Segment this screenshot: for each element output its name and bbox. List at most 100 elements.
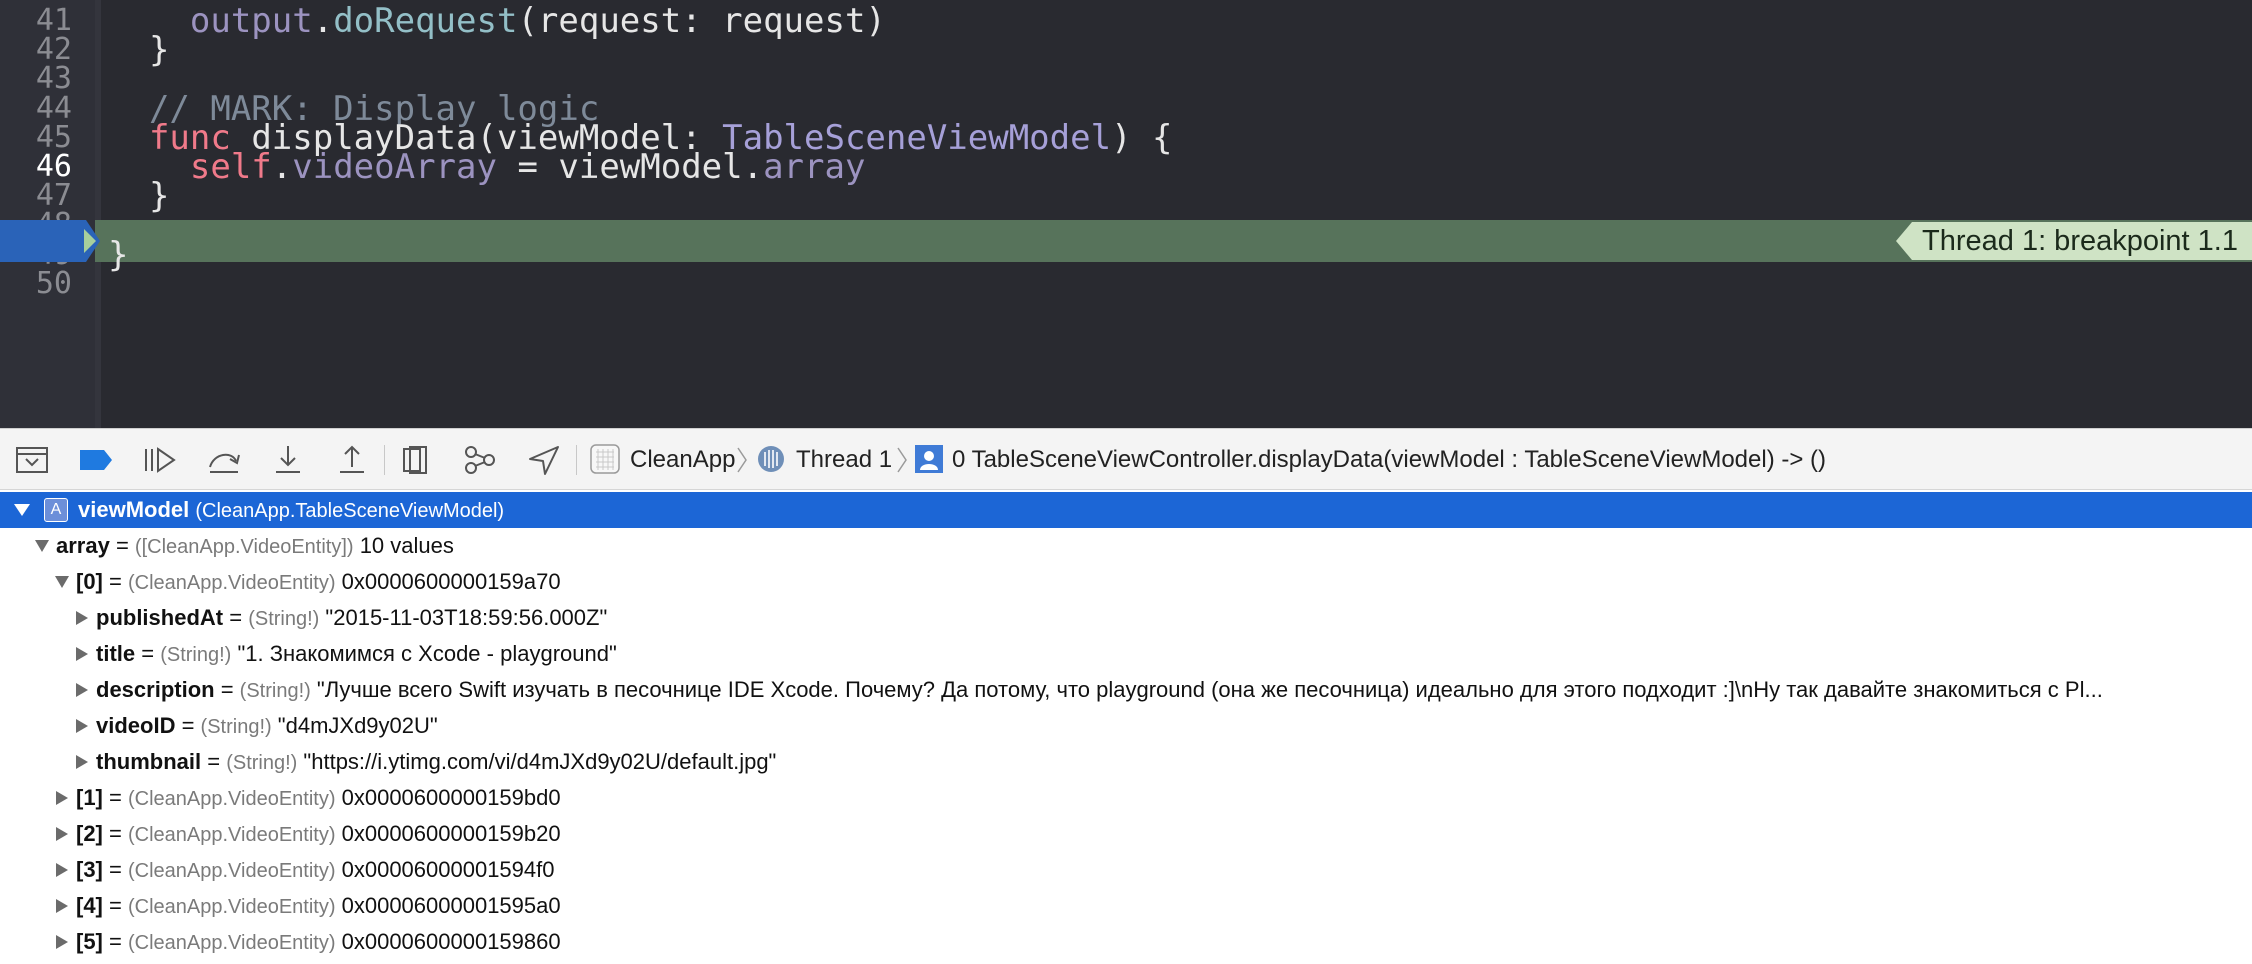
variable-row[interactable]: [1] = (CleanApp.VideoEntity) 0x000060000… — [0, 780, 2252, 816]
equals-sign: = — [102, 569, 128, 594]
variable-value: 0x0000600000159a70 — [335, 569, 561, 594]
breadcrumb-chevron-icon — [897, 447, 907, 473]
disclosure-expanded-icon[interactable] — [54, 575, 70, 589]
variable-type: (CleanApp.VideoEntity) — [127, 824, 336, 846]
disclosure-collapsed-icon[interactable] — [74, 611, 90, 625]
equals-sign: = — [175, 713, 201, 738]
step-out-icon — [340, 445, 364, 473]
equals-sign: = — [109, 533, 135, 558]
step-over-icon — [209, 453, 240, 473]
variable-value: 10 values — [353, 533, 454, 558]
variable-name: [1] — [76, 785, 103, 810]
debug-view-hierarchy-button[interactable] — [398, 443, 434, 477]
variable-type: (String!) — [200, 716, 272, 738]
variable-name: [2] — [76, 821, 103, 846]
variable-row[interactable]: [4] = (CleanApp.VideoEntity) 0x000060000… — [0, 888, 2252, 924]
variable-type: (CleanApp.VideoEntity) — [127, 896, 336, 918]
disclosure-expanded-icon[interactable] — [14, 503, 30, 517]
variable-row[interactable]: [2] = (CleanApp.VideoEntity) 0x000060000… — [0, 816, 2252, 852]
step-into-button[interactable] — [270, 443, 306, 477]
variable-type: (CleanApp.VideoEntity) — [127, 788, 336, 810]
equals-sign: = — [214, 677, 240, 702]
line-number[interactable]: 50 — [0, 263, 72, 305]
step-out-button[interactable] — [334, 443, 370, 477]
variable-name: thumbnail — [96, 749, 202, 774]
equals-sign: = — [102, 929, 128, 954]
variable-text: description = (String!) "Лучше всего Swi… — [96, 672, 2242, 708]
hide-debug-area-icon — [16, 447, 48, 473]
variable-row[interactable]: [5] = (CleanApp.VideoEntity) 0x000060000… — [0, 924, 2252, 960]
continue-icon — [145, 447, 176, 473]
variable-row[interactable]: array = ([CleanApp.VideoEntity]) 10 valu… — [0, 528, 2252, 564]
variable-row-root[interactable]: A viewModel (CleanApp.TableSceneViewMode… — [0, 492, 2252, 528]
disclosure-collapsed-icon[interactable] — [74, 755, 90, 769]
variable-text: [4] = (CleanApp.VideoEntity) 0x000060000… — [76, 888, 2242, 924]
code-line[interactable]: 50 — [0, 263, 2252, 305]
variable-row[interactable]: [0] = (CleanApp.VideoEntity) 0x000060000… — [0, 564, 2252, 600]
variable-text: viewModel (CleanApp.TableSceneViewModel) — [78, 492, 504, 528]
variable-name: [0] — [76, 569, 103, 594]
variable-name: viewModel — [78, 497, 190, 522]
variable-row[interactable]: thumbnail = (String!) "https://i.ytimg.c… — [0, 744, 2252, 780]
variable-value: "Лучше всего Swift изучать в песочнице I… — [310, 677, 2103, 702]
variable-value: 0x00006000001594f0 — [335, 857, 555, 882]
disclosure-expanded-icon[interactable] — [34, 539, 50, 553]
variable-value: 0x00006000001595a0 — [335, 893, 561, 918]
variable-value: "1. Знакомимся с Xcode - playground" — [231, 641, 617, 666]
hide-debug-area-button[interactable] — [14, 443, 50, 477]
location-arrow-icon — [529, 446, 559, 475]
variable-row[interactable]: title = (String!) "1. Знакомимся с Xcode… — [0, 636, 2252, 672]
equals-sign: = — [102, 785, 128, 810]
variable-name: [5] — [76, 929, 103, 954]
thread-icon — [756, 444, 786, 474]
step-over-button[interactable] — [206, 443, 242, 477]
equals-sign: = — [223, 605, 249, 630]
step-into-icon — [276, 446, 300, 473]
equals-sign: = — [102, 857, 128, 882]
disclosure-collapsed-icon[interactable] — [54, 827, 70, 841]
equals-sign: = — [201, 749, 227, 774]
variable-text: array = ([CleanApp.VideoEntity]) 10 valu… — [56, 528, 2242, 564]
memory-graph-button[interactable] — [462, 443, 498, 477]
breadcrumb-thread[interactable]: Thread 1 — [796, 429, 892, 491]
continue-button[interactable] — [142, 443, 178, 477]
disclosure-collapsed-icon[interactable] — [54, 791, 70, 805]
variable-name: array — [56, 533, 110, 558]
breadcrumb-app[interactable]: CleanApp — [630, 429, 735, 491]
variable-type: (String!) — [226, 752, 298, 774]
variable-type: (String!) — [248, 608, 320, 630]
variable-type: (CleanApp.TableSceneViewModel) — [195, 500, 505, 522]
variable-row[interactable]: publishedAt = (String!) "2015-11-03T18:5… — [0, 600, 2252, 636]
variable-text: [1] = (CleanApp.VideoEntity) 0x000060000… — [76, 780, 2242, 816]
simulate-location-button[interactable] — [526, 443, 562, 477]
breadcrumb-frame[interactable]: 0 TableSceneViewController.displayData(v… — [952, 429, 1826, 491]
disclosure-collapsed-icon[interactable] — [74, 647, 90, 661]
equals-sign: = — [135, 641, 161, 666]
breakpoint-marker[interactable] — [0, 220, 100, 262]
disclosure-collapsed-icon[interactable] — [54, 935, 70, 949]
breakpoint-badge: Thread 1: breakpoint 1.1 — [1896, 222, 2252, 260]
disclosure-collapsed-icon[interactable] — [74, 683, 90, 697]
variable-kind-icon: A — [44, 498, 68, 522]
source-editor[interactable]: 41 output.doRequest(request: request) 42 … — [0, 0, 2252, 428]
breakpoint-toggle-icon — [80, 450, 112, 470]
variable-name: [4] — [76, 893, 103, 918]
variable-text: [3] = (CleanApp.VideoEntity) 0x000060000… — [76, 852, 2242, 888]
memory-graph-icon — [465, 446, 495, 474]
disclosure-collapsed-icon[interactable] — [54, 899, 70, 913]
disclosure-collapsed-icon[interactable] — [74, 719, 90, 733]
variable-type: (CleanApp.VideoEntity) — [127, 860, 336, 882]
view-hierarchy-icon — [403, 446, 427, 474]
breakpoints-toggle-button[interactable] — [78, 443, 114, 477]
variable-value: "2015-11-03T18:59:56.000Z" — [319, 605, 608, 630]
toolbar-divider — [384, 445, 385, 475]
variable-text: publishedAt = (String!) "2015-11-03T18:5… — [96, 600, 2242, 636]
variables-view: A viewModel (CleanApp.TableSceneViewMode… — [0, 490, 2252, 964]
variable-row[interactable]: [3] = (CleanApp.VideoEntity) 0x000060000… — [0, 852, 2252, 888]
variable-value: 0x0000600000159bd0 — [335, 785, 561, 810]
disclosure-collapsed-icon[interactable] — [54, 863, 70, 877]
equals-sign: = — [102, 893, 128, 918]
variable-row[interactable]: description = (String!) "Лучше всего Swi… — [0, 672, 2252, 708]
variable-text: thumbnail = (String!) "https://i.ytimg.c… — [96, 744, 2242, 780]
variable-row[interactable]: videoID = (String!) "d4mJXd9y02U" — [0, 708, 2252, 744]
